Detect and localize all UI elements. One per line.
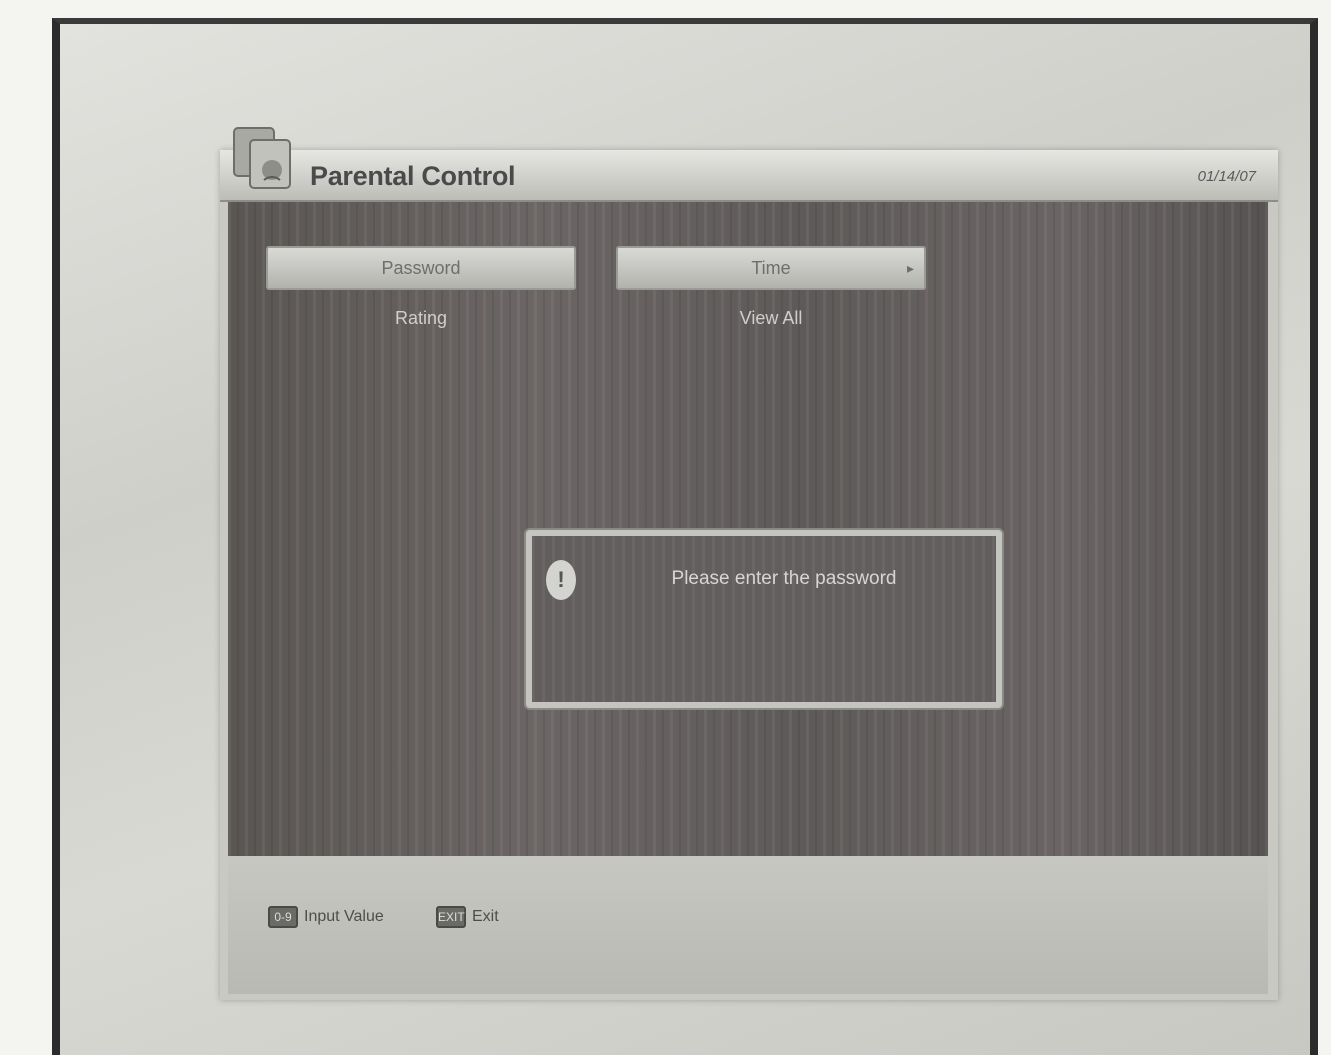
hint-input-value-label: Input Value	[304, 908, 384, 925]
password-field-label: Password	[381, 258, 461, 278]
hint-exit-label: Exit	[472, 908, 499, 925]
parental-control-window: Parental Control 01/14/07 Password Ratin…	[220, 127, 1278, 1000]
password-dialog: ! Please enter the password	[526, 530, 1002, 708]
hint-input-value: 0-9 Input Value	[268, 906, 384, 928]
view-all-label: View All	[739, 308, 803, 328]
dialog-message: Please enter the password	[671, 568, 897, 589]
arrow-right-icon: ▸	[906, 260, 914, 276]
title-bar: Parental Control 01/14/07	[220, 127, 1278, 202]
numeric-keys-icon: 0-9	[268, 906, 298, 928]
date-label: 01/14/07	[1197, 168, 1256, 185]
time-select[interactable]: Time ▸	[616, 246, 926, 290]
settings-area: Password Rating Time ▸ View All ! Please…	[228, 202, 1268, 856]
rating-label: Rating	[394, 308, 448, 328]
parental-control-app-icon	[233, 127, 291, 189]
hint-exit: EXIT Exit	[436, 906, 499, 928]
tv-screen-frame: Parental Control 01/14/07 Password Ratin…	[52, 18, 1318, 1055]
time-select-label: Time	[751, 258, 791, 278]
alert-icon: !	[546, 560, 576, 600]
footer-hints: 0-9 Input Value EXIT Exit	[228, 856, 1268, 994]
password-field[interactable]: Password	[266, 246, 576, 290]
exit-key-icon: EXIT	[436, 906, 466, 928]
page-title: Parental Control	[310, 161, 516, 191]
